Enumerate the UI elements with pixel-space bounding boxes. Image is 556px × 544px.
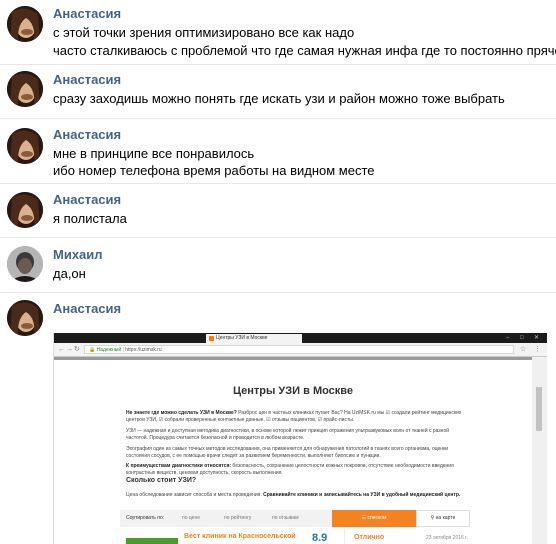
sort-by-rating[interactable]: по рейтингу — [224, 515, 251, 521]
divider — [0, 237, 556, 238]
divider — [0, 183, 556, 184]
avatar[interactable] — [7, 246, 43, 282]
review-rating-label: Отлично — [354, 534, 385, 541]
clinic-logo[interactable] — [126, 538, 178, 544]
avatar[interactable] — [7, 71, 43, 107]
page-header-stripe — [54, 357, 532, 360]
message-author[interactable]: Анастасия — [53, 72, 121, 87]
star-icon[interactable]: ☆ — [520, 345, 526, 354]
attached-screenshot[interactable]: Центры УЗИ в Москве – □ ✕ ← → ↻ 🔒 Надежн… — [53, 333, 547, 544]
maximize-icon[interactable]: □ — [520, 334, 524, 342]
sort-by-price[interactable]: по цене — [182, 515, 200, 521]
paragraph: УЗИ — надежная и доступная методика диаг… — [126, 428, 450, 441]
sort-label: Сортировать по: — [126, 515, 165, 521]
divider — [0, 292, 556, 293]
lock-icon: 🔒 — [89, 347, 96, 353]
avatar-photo — [7, 6, 43, 42]
clinic-score: 8.9 — [312, 532, 328, 544]
sort-by-reviews[interactable]: по отзывам — [272, 515, 299, 521]
message-author[interactable]: Анастасия — [53, 127, 121, 142]
avatar-photo — [7, 71, 43, 107]
message-text: я полистала — [53, 211, 127, 226]
avatar-photo — [7, 192, 43, 228]
message-author[interactable]: Анастасия — [53, 6, 121, 21]
price-bold: Сравнивайте клиники и записывайтесь на У… — [261, 492, 461, 498]
intro-bold: Не знаете где можно сделать УЗИ в Москве… — [126, 410, 237, 416]
avatar[interactable] — [7, 6, 43, 42]
clinic-name-link[interactable]: Вест клиник на Красносельской — [184, 533, 296, 540]
avatar[interactable] — [7, 192, 43, 228]
paragraph: Эхография один из самых точных методов и… — [126, 446, 449, 459]
reload-icon[interactable]: ↻ — [74, 345, 80, 354]
list-view-button[interactable]: ☰ списком — [332, 510, 416, 527]
message-text: с этой точки зрения оптимизировано все к… — [53, 25, 355, 40]
avatar[interactable] — [7, 128, 43, 164]
advantages-bold: К преимуществам диагностики относятся: — [126, 463, 232, 469]
message-author[interactable]: Михаил — [53, 247, 103, 262]
close-icon[interactable]: ✕ — [534, 334, 539, 342]
price-paragraph: Цена обследования зависит способа и мест… — [126, 492, 466, 499]
tab-title: Центры УЗИ в Москве — [216, 335, 268, 341]
message-text: мне в принципе все понравилось — [53, 146, 255, 161]
price-text: Цена обследования зависит способа и мест… — [126, 492, 262, 498]
intro-paragraph: Не знаете где можно сделать УЗИ в Москве… — [126, 410, 466, 423]
url-text: https://uzimsk.ru — [125, 347, 162, 353]
divider — [0, 64, 556, 65]
web-page: Центры УЗИ в Москве Не знаете где можно … — [54, 357, 532, 544]
secure-label: Надежный — [96, 347, 122, 353]
avatar-photo — [7, 300, 43, 336]
menu-icon[interactable]: ⋮ — [534, 345, 541, 354]
message-author[interactable]: Анастасия — [53, 192, 121, 207]
avatar-photo — [7, 246, 43, 282]
browser-tab[interactable]: Центры УЗИ в Москве — [206, 334, 302, 343]
scrollbar-thumb[interactable] — [536, 387, 542, 431]
message-text: да,он — [53, 266, 86, 281]
map-view-label: на карте — [435, 515, 456, 521]
url-field[interactable]: 🔒 Надежный | https://uzimsk.ru — [84, 345, 514, 354]
minimize-icon[interactable]: – — [506, 334, 509, 342]
browser-tab-bar: Центры УЗИ в Москве – □ ✕ — [54, 333, 547, 343]
divider — [0, 118, 556, 119]
avatar-photo — [7, 128, 43, 164]
advantages-paragraph: К преимуществам диагностики относятся: б… — [126, 463, 466, 476]
page-scrollbar[interactable] — [534, 357, 544, 544]
browser-address-bar: ← → ↻ 🔒 Надежный | https://uzimsk.ru ☆ ⋮ — [54, 343, 547, 357]
back-icon[interactable]: ← — [58, 345, 65, 354]
message-text: часто сталкиваюсь с проблемой что где са… — [53, 43, 556, 58]
site-favicon-icon — [209, 336, 214, 341]
list-view-label: списком — [367, 515, 387, 521]
forward-icon[interactable]: → — [66, 345, 73, 354]
message-text: сразу заходишь можно понять где искать у… — [53, 91, 505, 106]
map-view-button[interactable]: ⚲ на карте — [416, 510, 470, 527]
avatar[interactable] — [7, 300, 43, 336]
message-text: ибо номер телефона время работы на видно… — [53, 163, 375, 178]
price-heading: Сколько стоит УЗИ? — [126, 477, 197, 484]
divider — [344, 529, 345, 544]
message-author[interactable]: Анастасия — [53, 301, 121, 316]
page-title: Центры УЗИ в Москве — [232, 385, 354, 397]
review-date: 23 октября 2016 г. — [426, 535, 468, 541]
